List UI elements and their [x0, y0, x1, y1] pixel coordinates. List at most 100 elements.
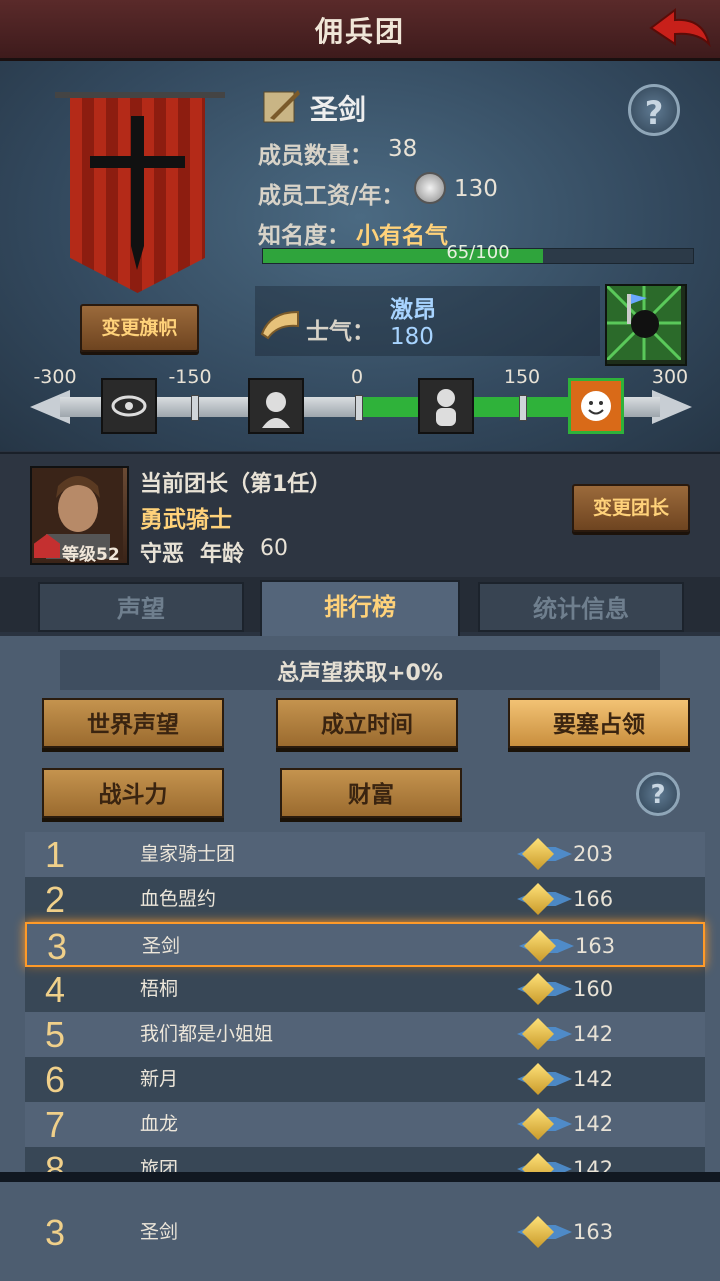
fame-progress-bar: 65/100 — [262, 242, 694, 264]
tick-label: -300 — [33, 366, 77, 388]
row-name: 我们都是小姐姐 — [140, 1023, 274, 1045]
leader-age-label: 年龄 — [200, 542, 245, 567]
back-arrow-icon — [649, 8, 711, 48]
row-rank: 8 — [45, 1149, 66, 1172]
question-icon: ? — [644, 94, 664, 132]
sort-wealth-button[interactable]: 财富 — [280, 768, 462, 818]
tab-reputation[interactable]: 声望 — [38, 582, 244, 632]
tab-statistics[interactable]: 统计信息 — [478, 582, 684, 632]
row-name: 血色盟约 — [140, 888, 217, 910]
tick-label: 150 — [503, 366, 541, 388]
own-score: 163 — [573, 1220, 614, 1244]
guild-banner — [70, 98, 205, 293]
morale-status-icon[interactable] — [605, 284, 687, 366]
morale-value: 180 — [390, 324, 434, 350]
row-name: 梧桐 — [140, 978, 179, 1000]
sort-fortress-button[interactable]: 要塞占领 — [508, 698, 690, 748]
tick-label: 0 — [350, 366, 364, 388]
charge-flag-icon — [605, 284, 683, 362]
row-score: 142 — [573, 1022, 614, 1046]
row-name: 圣剑 — [142, 935, 181, 957]
title-bar: 佣兵团 — [0, 0, 720, 61]
row-score: 142 — [573, 1067, 614, 1091]
tick-label: -150 — [168, 366, 212, 388]
tick-pos150 — [519, 395, 527, 421]
row-name: 皇家骑士团 — [140, 843, 236, 865]
sort-founding-time-button[interactable]: 成立时间 — [276, 698, 458, 748]
help-button-top[interactable]: ? — [628, 84, 680, 136]
leader-level: 等级52 — [62, 545, 120, 565]
row-rank: 2 — [45, 879, 66, 920]
row-name: 新月 — [140, 1068, 179, 1090]
quill-icon — [262, 86, 302, 126]
ranking-row[interactable]: 8 旅团 142 — [25, 1147, 705, 1172]
despair-icon — [248, 378, 304, 434]
row-rank: 6 — [45, 1059, 66, 1100]
own-ranking-row: 3 圣剑 163 — [25, 1210, 705, 1255]
guild-name: 圣剑 — [310, 93, 367, 126]
sort-combat-power-button[interactable]: 战斗力 — [42, 768, 224, 818]
leader-age-value: 60 — [260, 536, 288, 561]
ranking-row-highlighted[interactable]: 3 圣剑 163 — [25, 922, 705, 967]
row-score: 166 — [573, 887, 614, 911]
reputation-badge-icon — [522, 883, 554, 915]
fame-progress-text: 65/100 — [446, 242, 510, 263]
morale-state: 激昂 — [390, 297, 436, 323]
row-rank: 5 — [45, 1014, 66, 1055]
horn-icon — [258, 306, 302, 342]
ranking-row[interactable]: 4 梧桐 160 — [25, 967, 705, 1012]
reputation-badge-icon — [522, 1216, 554, 1248]
ranking-row[interactable]: 7 血龙 142 — [25, 1102, 705, 1147]
row-score: 163 — [575, 934, 616, 958]
page-title: 佣兵团 — [314, 15, 405, 48]
reputation-badge-icon — [522, 973, 554, 1005]
own-rank: 3 — [45, 1212, 66, 1253]
leader-name: 勇武骑士 — [140, 507, 232, 533]
leader-trait: 守恶 — [140, 542, 185, 567]
reputation-badge-icon — [522, 1108, 554, 1140]
tick-zero — [355, 395, 363, 421]
sort-world-reputation-button[interactable]: 世界声望 — [42, 698, 224, 748]
sword-emblem-icon — [90, 116, 185, 270]
reputation-badge-icon — [522, 1018, 554, 1050]
change-flag-button[interactable]: 变更旗帜 — [80, 304, 199, 352]
ranking-row[interactable]: 5 我们都是小姐姐 142 — [25, 1012, 705, 1057]
leader-title: 当前团长（第1任） — [140, 472, 332, 497]
ranking-row[interactable]: 2 血色盟约 166 — [25, 877, 705, 922]
row-score: 142 — [573, 1157, 614, 1172]
banner-pole — [55, 92, 225, 98]
row-rank: 3 — [47, 926, 68, 967]
members-label: 成员数量： — [258, 143, 373, 169]
silver-coin-icon — [414, 172, 446, 204]
change-leader-button[interactable]: 变更团长 — [572, 484, 690, 532]
wage-value: 130 — [454, 176, 498, 202]
row-rank: 7 — [45, 1104, 66, 1145]
happy-face-icon — [568, 378, 624, 434]
reputation-badge-icon — [522, 838, 554, 870]
row-rank: 1 — [45, 834, 66, 875]
ranking-row[interactable]: 6 新月 142 — [25, 1057, 705, 1102]
tick-neg150 — [191, 395, 199, 421]
own-name: 圣剑 — [140, 1221, 179, 1243]
row-score: 142 — [573, 1112, 614, 1136]
question-icon: ? — [650, 780, 666, 810]
tab-ranking[interactable]: 排行榜 — [260, 580, 460, 638]
reputation-badge-icon — [524, 930, 556, 962]
back-button[interactable] — [645, 4, 715, 54]
own-ranking-footer: 3 圣剑 163 — [0, 1182, 720, 1281]
row-rank: 4 — [45, 969, 66, 1010]
help-button-ranking[interactable]: ? — [636, 772, 680, 816]
calm-icon — [418, 378, 474, 434]
members-value: 38 — [388, 136, 418, 162]
total-reputation-text: 总声望获取+0% — [277, 661, 443, 686]
row-name: 血龙 — [140, 1113, 179, 1135]
broken-eye-icon — [101, 378, 157, 434]
row-name: 旅团 — [140, 1158, 179, 1172]
row-score: 160 — [573, 977, 614, 1001]
tick-label: 300 — [651, 366, 689, 388]
ranking-row[interactable]: 1 皇家骑士团 203 — [25, 832, 705, 877]
list-divider — [0, 1172, 720, 1182]
row-score: 203 — [573, 842, 614, 866]
reputation-badge-icon — [522, 1063, 554, 1095]
wage-label: 成员工资/年： — [258, 183, 405, 209]
